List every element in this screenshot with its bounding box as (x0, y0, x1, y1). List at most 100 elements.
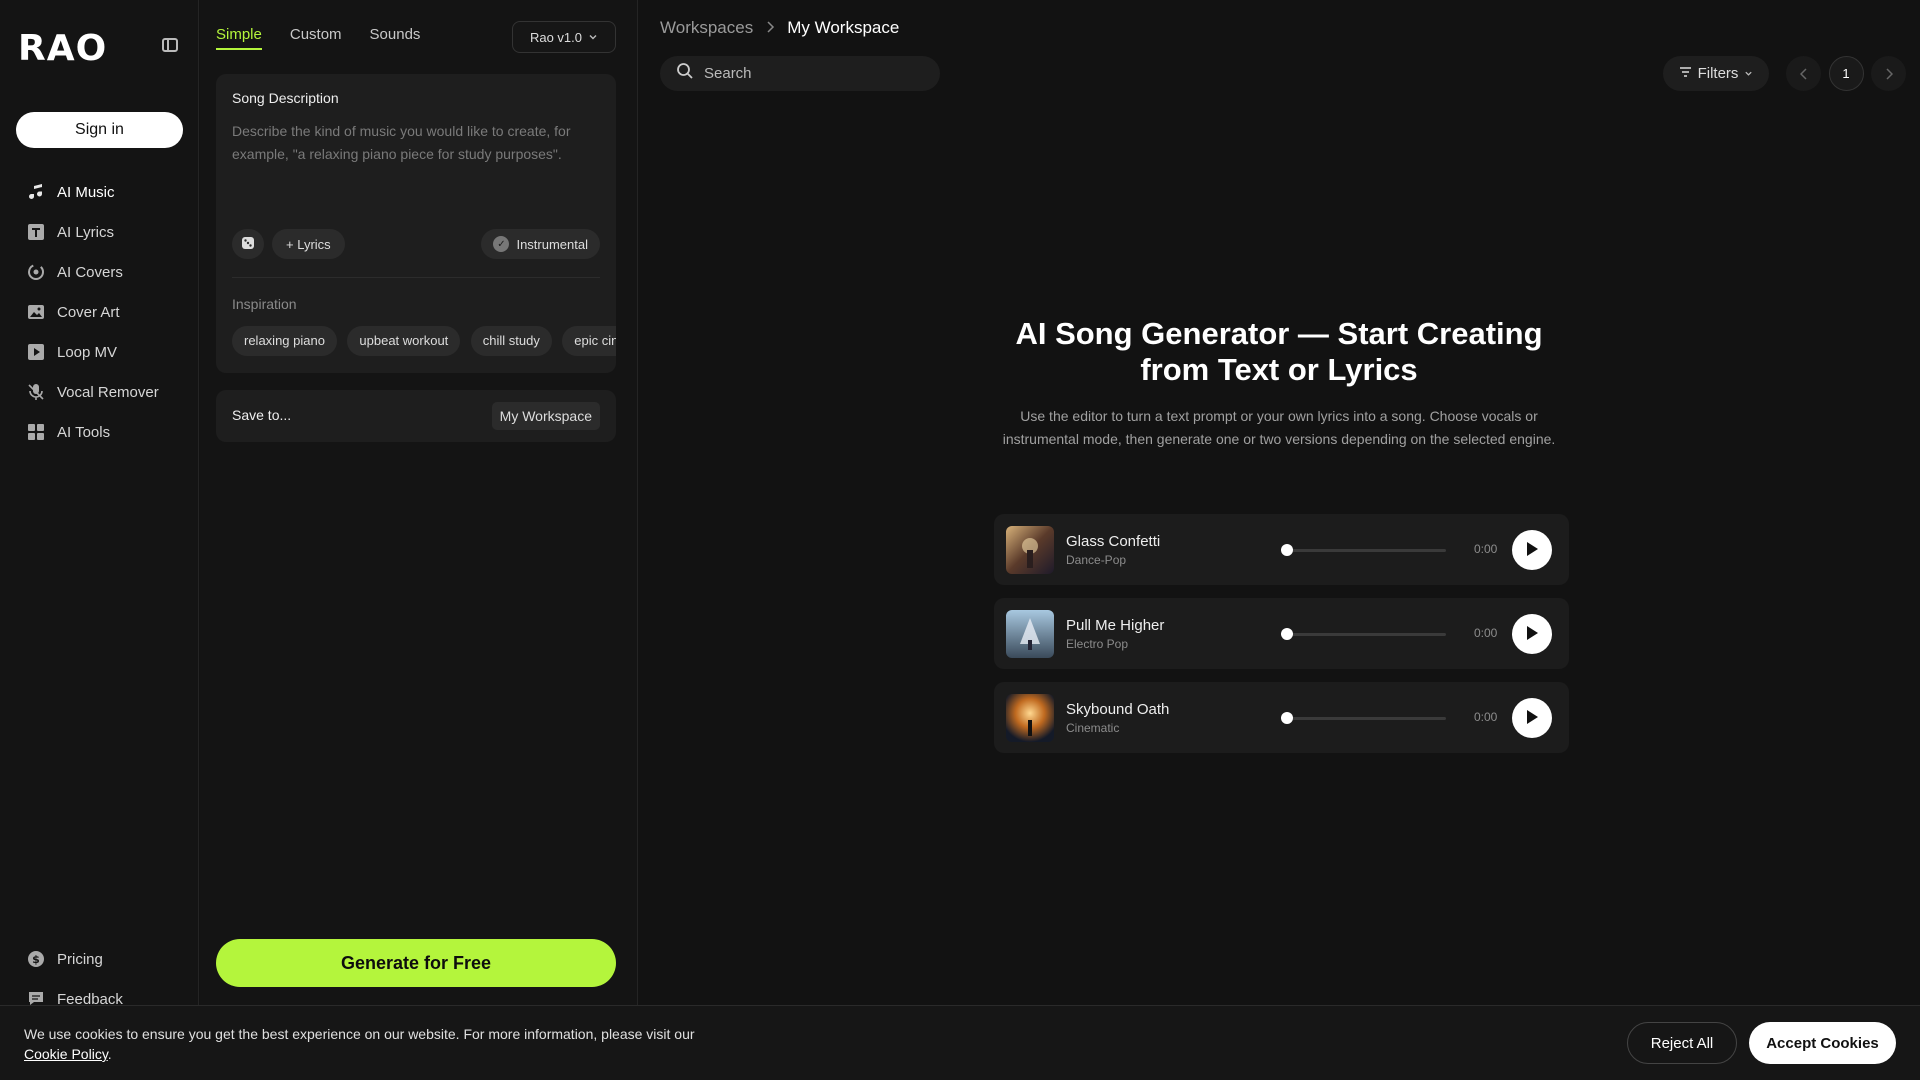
grid-icon (27, 423, 45, 441)
cookie-policy-link[interactable]: Cookie Policy (24, 1046, 108, 1062)
sidebar-item-ai-covers[interactable]: AI Covers (0, 252, 199, 292)
breadcrumb-workspaces[interactable]: Workspaces (660, 18, 753, 38)
track-cover (1006, 694, 1054, 742)
cookie-message: We use cookies to ensure you get the bes… (24, 1026, 695, 1042)
editor-panel: Simple Custom Sounds Rao v1.0 Song Descr… (200, 0, 638, 1080)
cookie-text-block: We use cookies to ensure you get the bes… (24, 1024, 724, 1064)
track-progress[interactable] (1286, 633, 1446, 636)
sidebar-item-label: Cover Art (57, 303, 120, 321)
track-genre: Electro Pop (1066, 637, 1129, 651)
inspiration-chip[interactable]: upbeat workout (347, 326, 461, 356)
sidebar-item-ai-music[interactable]: AI Music (0, 172, 199, 212)
main-content: Workspaces My Workspace Filters 1 AI Son… (639, 0, 1920, 1080)
mic-off-icon (27, 383, 45, 401)
sidebar-item-label: AI Covers (57, 263, 123, 281)
progress-handle[interactable] (1281, 712, 1293, 724)
track-cover (1006, 526, 1054, 574)
tab-custom[interactable]: Custom (290, 26, 342, 50)
track-list: Glass Confetti Dance-Pop 0:00 Pull Me Hi… (994, 514, 1569, 766)
sidebar-item-label: AI Music (57, 183, 115, 201)
track-row[interactable]: Pull Me Higher Electro Pop 0:00 (994, 598, 1569, 669)
play-square-icon (27, 343, 45, 361)
cookie-period: . (107, 1046, 112, 1062)
music-note-icon (27, 183, 45, 201)
tab-sounds[interactable]: Sounds (370, 26, 421, 50)
inspiration-chip[interactable]: chill study (470, 326, 552, 356)
play-button[interactable] (1512, 698, 1552, 738)
version-select[interactable]: Rao v1.0 (512, 21, 616, 53)
reject-all-button[interactable]: Reject All (1627, 1022, 1737, 1064)
sidebar-item-pricing[interactable]: $ Pricing (0, 939, 199, 979)
track-title: Skybound Oath (1066, 701, 1170, 718)
play-icon (1525, 709, 1539, 728)
mode-tabs: Simple Custom Sounds (216, 26, 420, 50)
next-page-icon[interactable] (1871, 56, 1906, 91)
inspiration-chip[interactable]: epic cinematic (562, 326, 616, 356)
track-cover (1006, 610, 1054, 658)
inspiration-chip[interactable]: relaxing piano (232, 326, 337, 356)
song-description-card: Song Description + Lyrics ✓ Instrumental… (216, 74, 616, 373)
filters-label: Filters (1697, 65, 1739, 82)
hero-subtitle: Use the editor to turn a text prompt or … (1002, 408, 1556, 447)
track-genre: Cinematic (1066, 721, 1120, 735)
chevron-down-icon (1744, 65, 1753, 82)
filters-button[interactable]: Filters (1663, 56, 1769, 91)
search-bar[interactable] (660, 56, 940, 91)
chevron-down-icon (588, 30, 598, 45)
inspiration-label: Inspiration (232, 296, 297, 312)
tab-simple[interactable]: Simple (216, 26, 262, 50)
filter-icon (1679, 65, 1692, 82)
sign-in-button[interactable]: Sign in (16, 112, 183, 148)
logo[interactable]: RAO (18, 28, 107, 69)
description-actions: + Lyrics ✓ Instrumental (232, 229, 600, 259)
sidebar-nav: AI Music AI Lyrics AI Covers Cover Art L… (0, 172, 199, 452)
random-prompt-button[interactable] (232, 229, 264, 259)
breadcrumb: Workspaces My Workspace (660, 18, 899, 38)
progress-handle[interactable] (1281, 544, 1293, 556)
sidebar-item-ai-lyrics[interactable]: AI Lyrics (0, 212, 199, 252)
instrumental-toggle[interactable]: ✓ Instrumental (481, 229, 600, 259)
song-description-input[interactable] (232, 120, 600, 200)
save-to-label: Save to... (232, 407, 292, 423)
sidebar-item-ai-tools[interactable]: AI Tools (0, 412, 199, 452)
play-icon (1525, 541, 1539, 560)
breadcrumb-current: My Workspace (787, 18, 900, 37)
sidebar-item-vocal-remover[interactable]: Vocal Remover (0, 372, 199, 412)
track-progress[interactable] (1286, 717, 1446, 720)
track-progress[interactable] (1286, 549, 1446, 552)
track-row[interactable]: Skybound Oath Cinematic 0:00 (994, 682, 1569, 753)
hero-title: AI Song Generator — Start Creating from … (1015, 316, 1543, 387)
sidebar-item-loop-mv[interactable]: Loop MV (0, 332, 199, 372)
progress-handle[interactable] (1281, 628, 1293, 640)
track-title: Pull Me Higher (1066, 617, 1165, 634)
track-genre: Dance-Pop (1066, 553, 1127, 567)
sidebar-item-label: Pricing (57, 950, 103, 968)
page-number[interactable]: 1 (1828, 56, 1864, 91)
play-button[interactable] (1512, 530, 1552, 570)
sidebar: RAO Sign in AI Music AI Lyrics AI Covers (0, 0, 199, 1080)
pagination: 1 (1786, 56, 1906, 91)
check-icon: ✓ (493, 236, 510, 252)
track-title: Glass Confetti (1066, 533, 1161, 550)
track-row[interactable]: Glass Confetti Dance-Pop 0:00 (994, 514, 1569, 585)
track-time: 0:00 (1474, 542, 1498, 556)
workspace-select-button[interactable]: My Workspace (491, 402, 600, 430)
play-button[interactable] (1512, 614, 1552, 654)
play-icon (1525, 625, 1539, 644)
dice-icon (241, 236, 255, 253)
svg-text:$: $ (32, 953, 40, 966)
text-t-icon (27, 223, 45, 241)
collapse-sidebar-icon[interactable] (162, 38, 178, 52)
add-lyrics-button[interactable]: + Lyrics (272, 229, 345, 259)
save-to-card: Save to... My Workspace (216, 390, 616, 442)
accept-cookies-button[interactable]: Accept Cookies (1749, 1022, 1896, 1064)
generate-button[interactable]: Generate for Free (216, 939, 616, 987)
search-input[interactable] (704, 65, 924, 82)
inspiration-chips: relaxing piano upbeat workout chill stud… (232, 326, 616, 356)
sidebar-item-label: AI Tools (57, 423, 111, 441)
lyrics-button-label: Lyrics (297, 236, 331, 252)
song-description-label: Song Description (232, 90, 339, 106)
sidebar-item-label: AI Lyrics (57, 223, 114, 241)
sidebar-item-cover-art[interactable]: Cover Art (0, 292, 199, 332)
prev-page-icon[interactable] (1786, 56, 1821, 91)
